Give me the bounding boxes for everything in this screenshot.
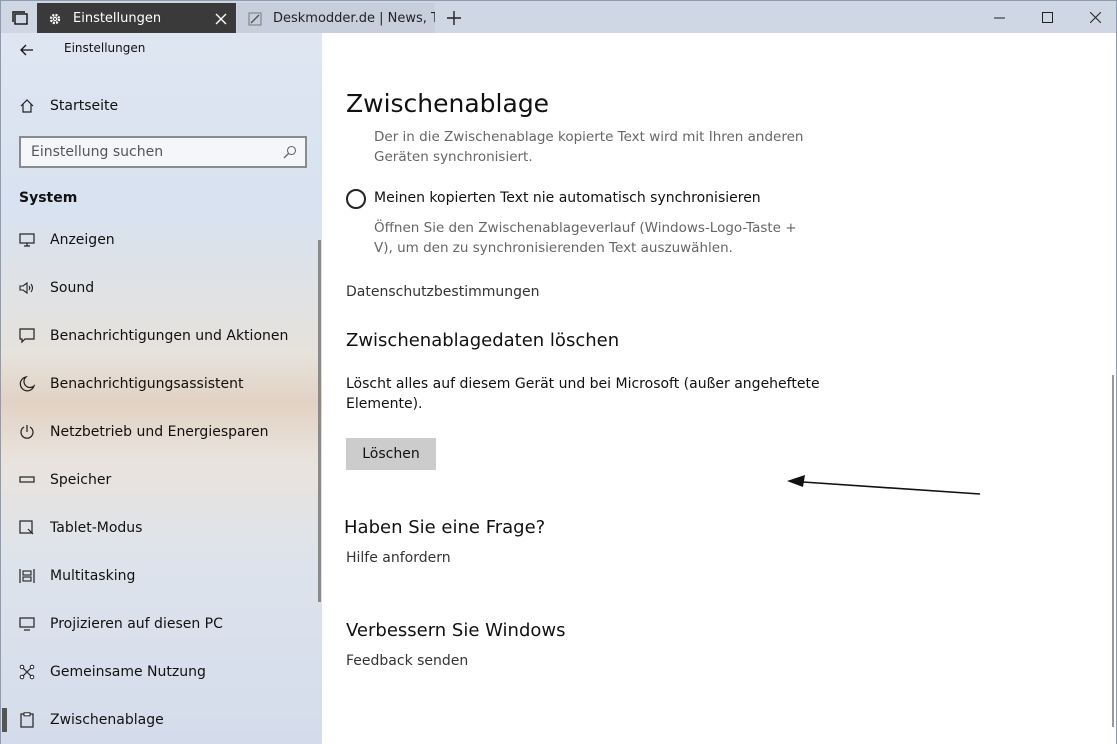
back-arrow-icon[interactable]: [15, 38, 39, 62]
sidebar-item-label: Gemeinsame Nutzung: [50, 664, 206, 680]
minimize-icon[interactable]: [976, 1, 1022, 34]
tab-overview-icon[interactable]: [5, 4, 35, 32]
sidebar-item-benachrichtigungen[interactable]: Benachrichtigungen und Aktionen: [1, 312, 323, 360]
sync-description-line: Geräten synchronisiert.: [374, 149, 533, 165]
sidebar-item-label: Tablet-Modus: [50, 520, 143, 536]
feedback-link[interactable]: Feedback senden: [346, 653, 468, 669]
clear-heading: Zwischenablagedaten löschen: [346, 330, 620, 351]
clear-description-line: Löscht alles auf diesem Gerät und bei Mi…: [346, 376, 820, 392]
maximize-icon[interactable]: [1024, 1, 1070, 34]
sidebar-item-netzbetrieb[interactable]: Netzbetrieb und Energiesparen: [1, 408, 323, 456]
sidebar-item-home[interactable]: Startseite: [1, 91, 323, 121]
radio-description: Öffnen Sie den Zwischenablageverlauf (Wi…: [374, 218, 797, 258]
tab-deskmodder[interactable]: Deskmodder.de | News, Tip: [237, 3, 435, 34]
privacy-link[interactable]: Datenschutzbestimmungen: [346, 284, 539, 300]
radio-description-line: Öffnen Sie den Zwischenablageverlauf (Wi…: [374, 220, 797, 236]
close-icon[interactable]: [206, 13, 236, 25]
plus-icon[interactable]: [439, 4, 469, 32]
sidebar-item-zwischenablage[interactable]: Zwischenablage: [1, 696, 323, 744]
share-icon: [1, 664, 50, 680]
title-bar: Einstellungen Deskmodder.de | News, Tip: [0, 0, 1117, 34]
page-title: Zwischenablage: [346, 89, 550, 118]
multitasking-icon: [1, 568, 50, 584]
sidebar-item-gemeinsame-nutzung[interactable]: Gemeinsame Nutzung: [1, 648, 323, 696]
sidebar-item-label: Zwischenablage: [50, 712, 164, 728]
sidebar-item-anzeigen[interactable]: Anzeigen: [1, 216, 323, 264]
search-placeholder: Einstellung suchen: [31, 144, 164, 160]
speaker-icon: [1, 281, 50, 295]
clear-description-line: Elemente).: [346, 396, 423, 412]
sidebar-item-label: Projizieren auf diesen PC: [50, 616, 223, 632]
monitor-icon: [1, 233, 50, 247]
sidebar: Einstellungen Startseite Einstellung suc…: [0, 33, 322, 744]
improve-heading: Verbessern Sie Windows: [346, 620, 566, 641]
sidebar-item-multitasking[interactable]: Multitasking: [1, 552, 323, 600]
question-heading: Haben Sie eine Frage?: [344, 517, 546, 538]
sidebar-item-speicher[interactable]: Speicher: [1, 456, 323, 504]
sidebar-item-sound[interactable]: Sound: [1, 264, 323, 312]
main-scrollbar[interactable]: [1112, 375, 1114, 727]
clipboard-icon: [1, 712, 50, 728]
sidebar-item-label: Benachrichtigungsassistent: [50, 376, 244, 392]
home-icon: [1, 98, 50, 114]
pen-icon: [237, 12, 273, 26]
section-title: System: [19, 190, 78, 206]
sync-description-line: Der in die Zwischenablage kopierte Text …: [374, 129, 804, 145]
gear-icon: [37, 12, 73, 26]
power-icon: [1, 424, 50, 440]
never-sync-radio[interactable]: [346, 189, 366, 209]
tab-einstellungen[interactable]: Einstellungen: [37, 3, 236, 34]
project-icon: [1, 616, 50, 632]
sidebar-item-label: Anzeigen: [50, 232, 115, 248]
sidebar-item-projizieren[interactable]: Projizieren auf diesen PC: [1, 600, 323, 648]
never-sync-radio-label[interactable]: Meinen kopierten Text nie automatisch sy…: [374, 190, 761, 206]
sidebar-item-label: Netzbetrieb und Energiesparen: [50, 424, 269, 440]
sidebar-item-benachrichtigungsassistent[interactable]: Benachrichtigungsassistent: [1, 360, 323, 408]
main-content: Zwischenablage Der in die Zwischenablage…: [322, 33, 1117, 744]
sync-description: Der in die Zwischenablage kopierte Text …: [374, 127, 803, 167]
clear-button[interactable]: Löschen: [346, 438, 436, 470]
moon-icon: [1, 376, 50, 392]
app-title: Einstellungen: [64, 41, 146, 55]
arrow-annotation-icon: [787, 475, 981, 495]
sidebar-scrollbar[interactable]: [318, 240, 321, 602]
radio-description-line: V), um den zu synchronisierenden Text au…: [374, 240, 733, 256]
sidebar-item-label: Multitasking: [50, 568, 136, 584]
search-input[interactable]: Einstellung suchen: [19, 136, 307, 168]
sidebar-item-tablet-modus[interactable]: Tablet-Modus: [1, 504, 323, 552]
search-icon[interactable]: [275, 145, 305, 159]
notification-icon: [1, 328, 50, 344]
sidebar-item-label: Sound: [50, 280, 95, 296]
tab-label: Einstellungen: [73, 11, 162, 26]
storage-icon: [1, 475, 50, 485]
tablet-icon: [1, 520, 50, 536]
sidebar-nav: Anzeigen Sound Benachrichtigungen und Ak…: [1, 216, 323, 744]
close-window-icon[interactable]: [1072, 1, 1117, 34]
tab-label: Deskmodder.de | News, Tip: [273, 11, 435, 26]
sidebar-item-label: Benachrichtigungen und Aktionen: [50, 328, 289, 344]
help-link[interactable]: Hilfe anfordern: [346, 550, 451, 566]
sidebar-item-label: Speicher: [50, 472, 112, 488]
clear-description: Löscht alles auf diesem Gerät und bei Mi…: [346, 374, 820, 414]
sidebar-item-label: Startseite: [50, 98, 119, 114]
